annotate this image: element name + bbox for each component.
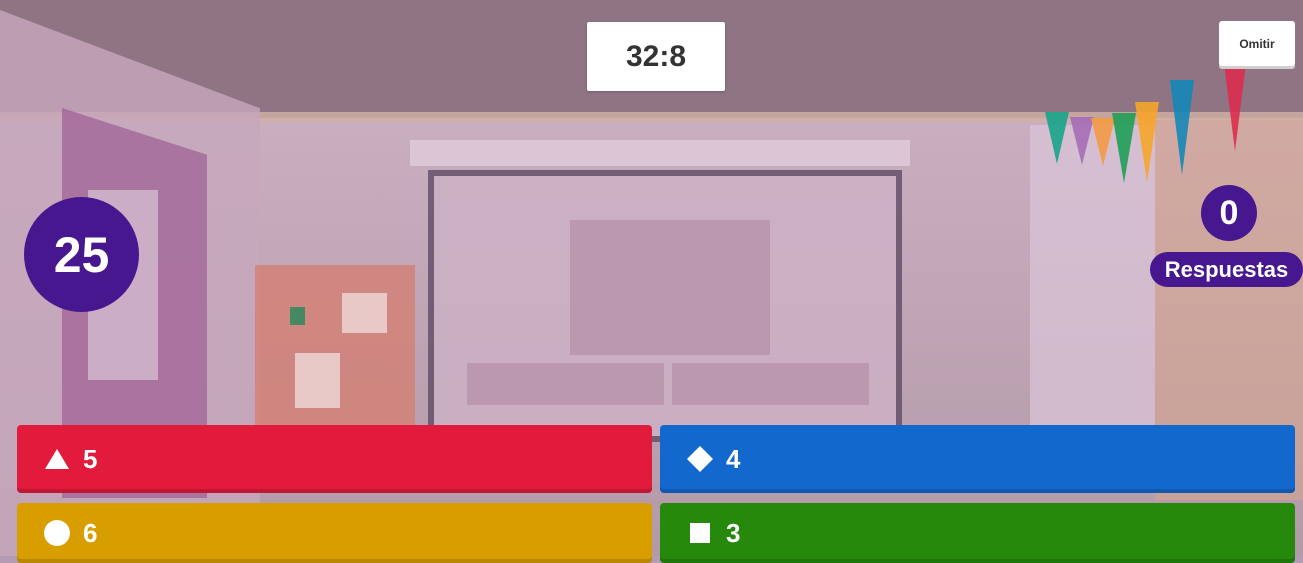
answer-diamond-button[interactable]: 4: [660, 425, 1295, 493]
board-note: [295, 353, 340, 408]
circle-icon: [43, 519, 71, 547]
screen-panel-left: [467, 363, 664, 405]
game-timer: 32:8: [587, 22, 725, 91]
bunting-flag: [1170, 80, 1194, 175]
bunting-flag: [1135, 102, 1159, 182]
bunting-flag: [1045, 112, 1069, 164]
answer-triangle-button[interactable]: 5: [17, 425, 652, 493]
answer-square-button[interactable]: 3: [660, 503, 1295, 563]
question-count-badge: 25: [24, 197, 139, 312]
skip-button[interactable]: Omitir: [1219, 21, 1295, 66]
board-pin: [290, 307, 305, 325]
answer-value: 4: [726, 443, 741, 474]
board-note: [342, 293, 387, 333]
bunting-flag: [1223, 56, 1247, 151]
answers-count-badge: 0: [1201, 185, 1257, 241]
answer-value: 6: [83, 517, 98, 548]
answer-circle-button[interactable]: 6: [17, 503, 652, 563]
answers-label: Respuestas: [1150, 252, 1303, 287]
screen-panel-main: [570, 220, 770, 355]
square-icon: [686, 519, 714, 547]
answer-value: 5: [83, 443, 98, 474]
triangle-icon: [43, 445, 71, 473]
diamond-icon: [686, 445, 714, 473]
screen-panel-right: [672, 363, 869, 405]
answer-value: 3: [726, 517, 741, 548]
projector-roller: [410, 140, 910, 166]
bunting-flag: [1112, 113, 1136, 183]
